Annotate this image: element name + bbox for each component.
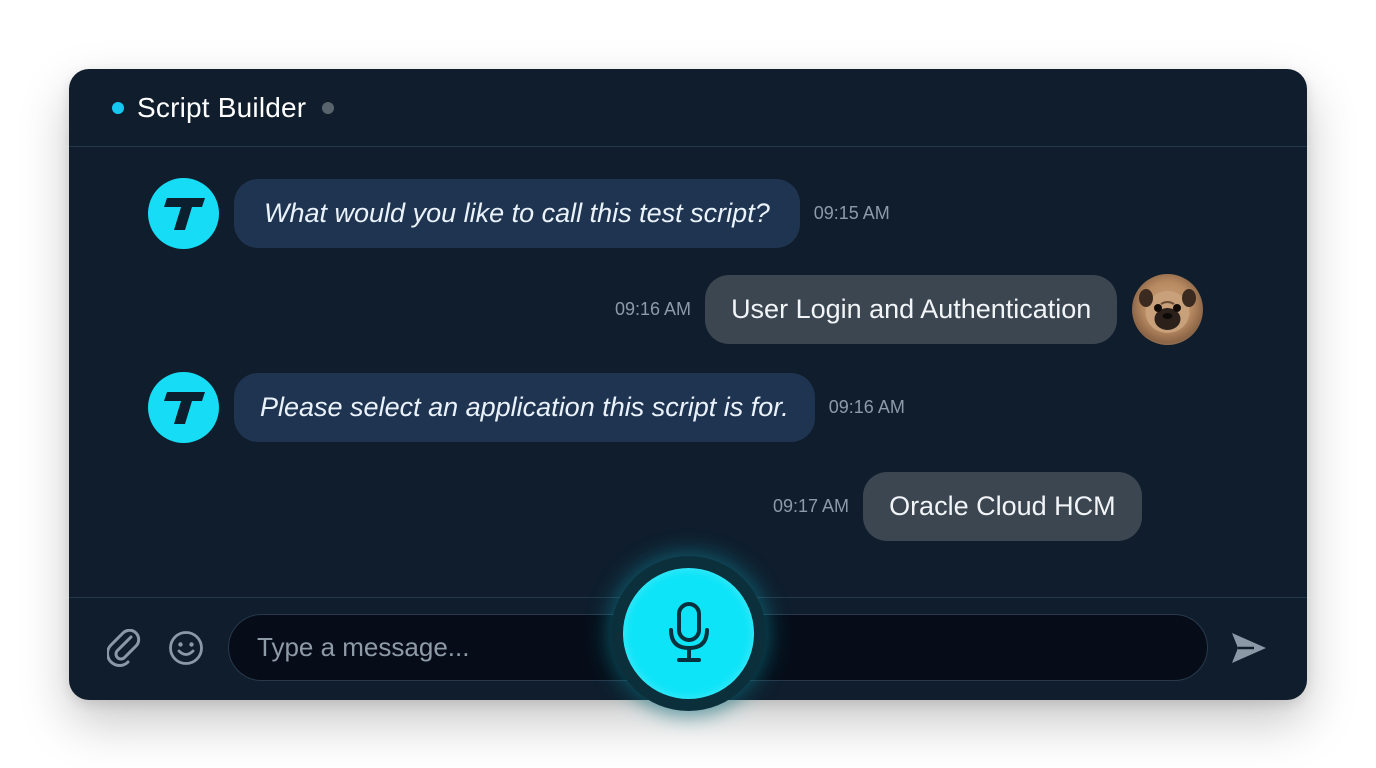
- message-row-user: 09:17 AM Oracle Cloud HCM: [773, 472, 1142, 541]
- page-title: Script Builder: [137, 91, 307, 123]
- bot-logo-icon: [160, 391, 205, 424]
- bot-avatar: [148, 372, 219, 443]
- message-time: 09:16 AM: [615, 299, 692, 319]
- emoji-button[interactable]: [166, 628, 206, 668]
- message-input[interactable]: [257, 632, 597, 663]
- message-time: 09:16 AM: [828, 397, 905, 417]
- message-row-user: 09:16 AM User Login and Authentication: [615, 274, 1204, 345]
- bot-logo-icon: [160, 197, 205, 230]
- voice-input-ring: [611, 556, 766, 711]
- presence-dot: [322, 101, 335, 114]
- paperclip-icon: [107, 629, 141, 667]
- message-bubble-user: User Login and Authentication: [705, 275, 1118, 344]
- smiley-icon: [169, 631, 203, 665]
- message-bubble-bot: Please select an application this script…: [234, 373, 815, 442]
- message-bubble-bot: What would you like to call this test sc…: [234, 179, 800, 248]
- message-time: 09:17 AM: [773, 496, 850, 516]
- message-time: 09:15 AM: [813, 203, 890, 223]
- voice-input-button[interactable]: [623, 568, 754, 699]
- send-icon: [1232, 633, 1266, 663]
- status-dot: [112, 101, 124, 114]
- message-row-bot: What would you like to call this test sc…: [148, 178, 890, 249]
- chat-header: Script Builder: [69, 69, 1307, 147]
- user-avatar[interactable]: [1132, 274, 1204, 345]
- send-button[interactable]: [1227, 626, 1271, 670]
- pug-avatar-image: [1139, 289, 1197, 333]
- attach-button[interactable]: [105, 628, 145, 668]
- microphone-icon: [668, 601, 709, 662]
- message-bubble-user: Oracle Cloud HCM: [863, 472, 1142, 541]
- message-row-bot: Please select an application this script…: [148, 372, 905, 443]
- bot-avatar: [148, 178, 219, 249]
